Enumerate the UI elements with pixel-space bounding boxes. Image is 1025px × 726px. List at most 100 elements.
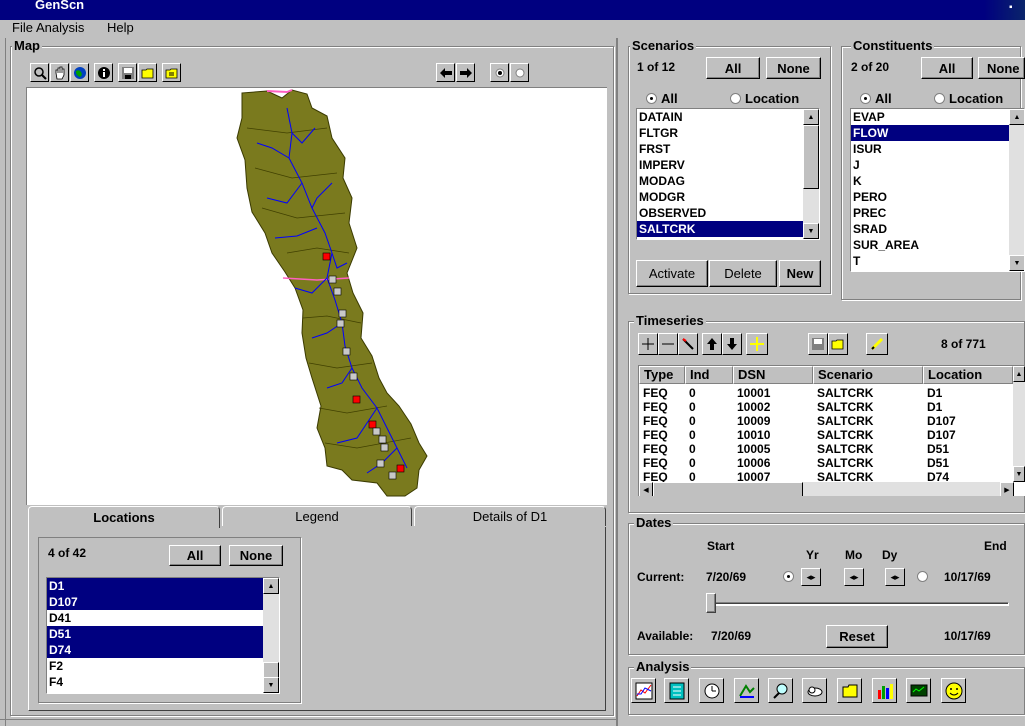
scroll-up-icon[interactable]: ▲ (263, 578, 279, 594)
list-item[interactable]: FRST (637, 141, 819, 157)
search-icon[interactable] (768, 678, 793, 703)
scroll-down-icon[interactable]: ▼ (263, 677, 279, 693)
list-item[interactable]: J (851, 157, 1024, 173)
scenarios-scrollbar[interactable]: ▲ ▼ (803, 109, 819, 239)
constituents-list[interactable]: EVAP FLOW ISUR J K PERO PREC SRAD SUR_AREA T ▲ ▼ (850, 108, 1025, 272)
timeseries-vscroll[interactable]: ▲ ▼ (1013, 366, 1025, 482)
list-item[interactable]: D107 (47, 594, 279, 610)
date-slider[interactable] (706, 593, 1009, 613)
scroll-up-icon[interactable]: ▲ (803, 109, 819, 125)
save-icon[interactable] (118, 63, 137, 82)
scroll-right-icon[interactable]: ▶ (1000, 482, 1014, 496)
scroll-up-icon[interactable]: ▲ (1009, 109, 1024, 125)
pan-hand-icon[interactable] (50, 63, 69, 82)
year-spin-icon[interactable]: ◂▸ (801, 568, 821, 586)
locations-scrollbar[interactable]: ▲ ▼ (263, 578, 279, 693)
list-item[interactable]: D1 (47, 578, 279, 594)
bar-chart-icon[interactable] (872, 678, 897, 703)
list-item[interactable]: PREC (851, 205, 1024, 221)
col-scenario[interactable]: Scenario (813, 366, 923, 384)
dates-radio-start[interactable] (783, 571, 794, 582)
timeseries-table[interactable]: Type Ind DSN Scenario Location FEQ 0 10001… (638, 365, 1025, 496)
day-spin-icon[interactable]: ◂▸ (885, 568, 905, 586)
scroll-thumb[interactable] (803, 125, 819, 189)
forward-arrow-icon[interactable] (456, 63, 475, 82)
list-item[interactable]: FLTGR (637, 125, 819, 141)
scroll-down-icon[interactable]: ▼ (1013, 466, 1025, 482)
smiley-icon[interactable] (941, 678, 966, 703)
constituents-none-button[interactable]: None (978, 57, 1025, 79)
monitor-icon[interactable] (906, 678, 931, 703)
locations-list[interactable]: D1 D107 D41 D51 D74 F2 F4 ▲ ▼ (46, 577, 280, 694)
dates-radio-end[interactable] (917, 571, 928, 582)
col-type[interactable]: Type (639, 366, 685, 384)
folder-icon[interactable] (837, 678, 862, 703)
scroll-left-icon[interactable]: ◀ (639, 482, 653, 496)
activate-button[interactable]: Activate (636, 260, 708, 287)
list-item[interactable]: DATAIN (637, 109, 819, 125)
new-button[interactable]: New (779, 260, 821, 287)
constituents-radio-location[interactable]: Location (934, 91, 1003, 106)
delete-button[interactable]: Delete (709, 260, 777, 287)
locations-none-button[interactable]: None (229, 545, 283, 566)
scroll-thumb[interactable] (263, 662, 279, 678)
clock-icon[interactable] (699, 678, 724, 703)
back-arrow-icon[interactable] (436, 63, 455, 82)
list-item[interactable]: D74 (47, 642, 279, 658)
constituents-scrollbar[interactable]: ▲ ▼ (1009, 109, 1024, 271)
reset-button[interactable]: Reset (826, 625, 888, 648)
menu-file[interactable]: File (12, 20, 33, 35)
list-item[interactable]: OBSERVED (637, 205, 819, 221)
col-dsn[interactable]: DSN (733, 366, 813, 384)
window-control-icon[interactable]: ▪ (1009, 2, 1021, 14)
table-row[interactable]: FEQ 0 10009 SALTCRK D107 (639, 414, 1013, 428)
radio-filled-icon[interactable] (490, 63, 509, 82)
list-item[interactable]: IMPERV (637, 157, 819, 173)
open-folder-icon[interactable] (138, 63, 157, 82)
clear-wand-icon[interactable] (678, 333, 698, 355)
list-item[interactable]: D41 (47, 610, 279, 626)
scenarios-radio-all[interactable]: All (646, 91, 678, 106)
list-item[interactable]: SALTCRK (637, 221, 819, 237)
timeseries-hscroll[interactable]: ◀ ▶ (639, 482, 1014, 496)
table-row[interactable]: FEQ 0 10006 SALTCRK D51 (639, 456, 1013, 470)
col-ind[interactable]: Ind (685, 366, 733, 384)
generate-icon[interactable] (734, 678, 759, 703)
map-canvas[interactable] (26, 87, 607, 505)
scenarios-all-button[interactable]: All (706, 57, 760, 79)
table-row[interactable]: FEQ 0 10002 SALTCRK D1 (639, 400, 1013, 414)
layers-folder-icon[interactable] (162, 63, 181, 82)
graph-icon[interactable] (631, 678, 656, 703)
list-item[interactable]: MODGR (637, 189, 819, 205)
menu-analysis[interactable]: Analysis (36, 20, 84, 35)
zoom-icon[interactable] (30, 63, 49, 82)
col-location[interactable]: Location (923, 366, 1013, 384)
list-item[interactable]: F4 (47, 674, 279, 690)
list-item[interactable]: SRAD (851, 221, 1024, 237)
open-folder-icon[interactable] (828, 333, 848, 355)
scroll-thumb[interactable] (653, 482, 803, 496)
scenarios-radio-location[interactable]: Location (730, 91, 799, 106)
tab-legend[interactable]: Legend (222, 506, 412, 526)
globe-icon[interactable] (70, 63, 89, 82)
month-spin-icon[interactable]: ◂▸ (844, 568, 864, 586)
list-item[interactable]: EVAP (851, 109, 1024, 125)
table-row[interactable]: FEQ 0 10005 SALTCRK D51 (639, 442, 1013, 456)
list-item[interactable]: PERO (851, 189, 1024, 205)
radio-empty-icon[interactable] (510, 63, 529, 82)
constituents-radio-all[interactable]: All (860, 91, 892, 106)
move-down-icon[interactable] (722, 333, 742, 355)
add-icon[interactable] (638, 333, 658, 355)
list-item[interactable]: SUR_AREA (851, 237, 1024, 253)
locations-all-button[interactable]: All (169, 545, 221, 566)
list-item[interactable]: ISUR (851, 141, 1024, 157)
cloud-icon[interactable] (802, 678, 827, 703)
menu-help[interactable]: Help (107, 20, 134, 35)
info-icon[interactable] (94, 63, 113, 82)
list-item[interactable]: K (851, 173, 1024, 189)
list-icon[interactable] (664, 678, 689, 703)
list-item[interactable]: FLOW (851, 125, 1024, 141)
scroll-down-icon[interactable]: ▼ (1009, 255, 1024, 271)
move-up-icon[interactable] (702, 333, 722, 355)
add-yellow-icon[interactable] (746, 333, 768, 355)
